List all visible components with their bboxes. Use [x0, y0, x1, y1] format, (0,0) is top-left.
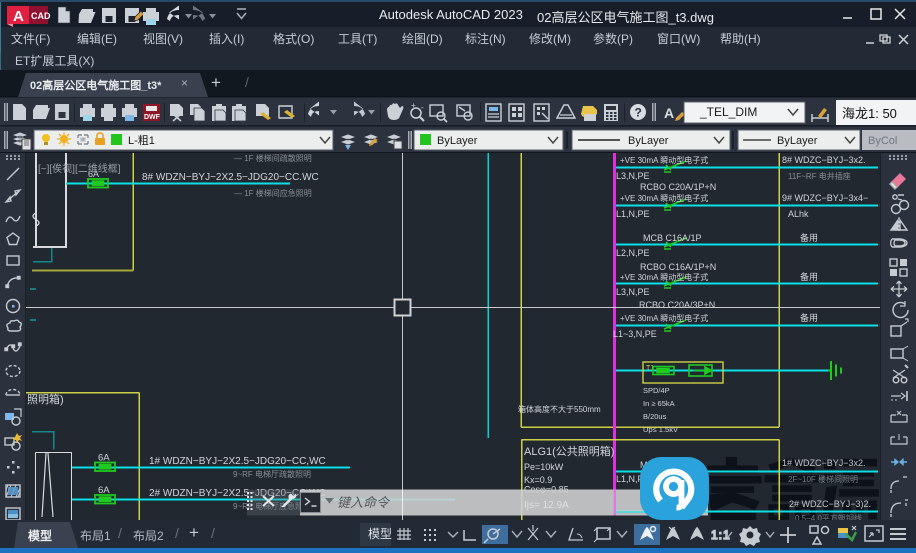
svg-text:ByLayer: ByLayer	[437, 135, 478, 147]
svg-text:A: A	[13, 8, 24, 25]
svg-text:+: +	[411, 101, 416, 110]
svg-text:键入命令: 键入命令	[337, 495, 391, 510]
svg-text:-: -	[421, 103, 424, 112]
svg-text:海龙1: 50: 海龙1: 50	[842, 106, 897, 121]
svg-text:1:1: 1:1	[711, 528, 731, 542]
svg-text:模型: 模型	[368, 527, 392, 541]
svg-text:ByLayer: ByLayer	[628, 135, 669, 147]
svg-text:DWF: DWF	[144, 114, 161, 121]
svg-text:ByCol: ByCol	[868, 135, 897, 147]
svg-text:?: ?	[635, 106, 642, 120]
svg-text:Ijs= 12.9A: Ijs= 12.9A	[524, 500, 569, 511]
svg-text:ByLayer: ByLayer	[777, 135, 818, 147]
svg-text:A: A	[664, 105, 674, 121]
svg-text:CAD: CAD	[31, 11, 51, 21]
svg-text:_TEL_DIM: _TEL_DIM	[699, 105, 757, 119]
svg-text:L-粗1: L-粗1	[128, 134, 155, 147]
